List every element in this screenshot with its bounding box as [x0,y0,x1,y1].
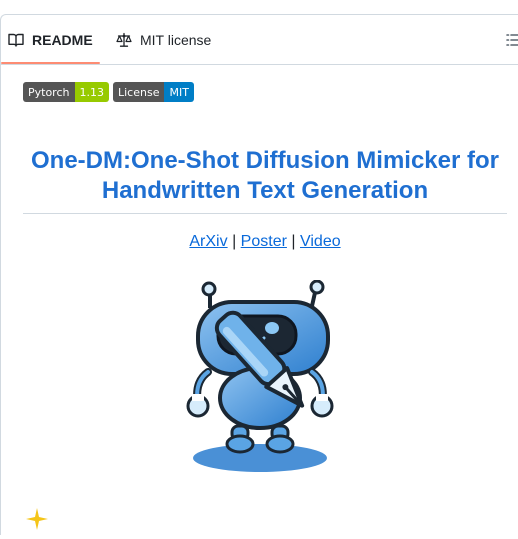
pytorch-badge-value: 1.13 [74,82,109,102]
paper-links: ArXiv | Poster | Video [0,233,518,251]
license-badge[interactable]: License MIT [113,82,194,102]
scale-icon [116,32,132,47]
badge-row: Pytorch 1.13 License MIT [23,82,194,102]
license-badge-value: MIT [164,82,194,102]
link-separator: | [232,233,237,250]
license-badge-label: License [113,82,165,102]
outline-menu-icon[interactable] [506,32,518,48]
tab-license-label: MIT license [140,31,212,48]
link-separator: | [291,233,296,250]
next-section-heading [24,506,50,539]
arxiv-link[interactable]: ArXiv [189,233,227,250]
sparkle-icon [26,508,48,530]
book-icon [8,33,24,47]
tab-license[interactable]: MIT license [116,15,211,64]
pytorch-badge-label: Pytorch [23,82,75,102]
active-tab-indicator [1,62,100,64]
tab-readme-label: README [32,31,93,48]
robot-with-pen-icon [186,280,334,472]
poster-link[interactable]: Poster [241,233,287,250]
pytorch-badge[interactable]: Pytorch 1.13 [23,82,109,102]
video-link[interactable]: Video [300,233,341,250]
readme-tab-bar: README MIT license [1,15,518,65]
tab-readme[interactable]: README [8,15,93,64]
title-divider [23,213,507,214]
readme-title: One-DM:One-Shot Diffusion Mimicker for H… [31,147,499,204]
